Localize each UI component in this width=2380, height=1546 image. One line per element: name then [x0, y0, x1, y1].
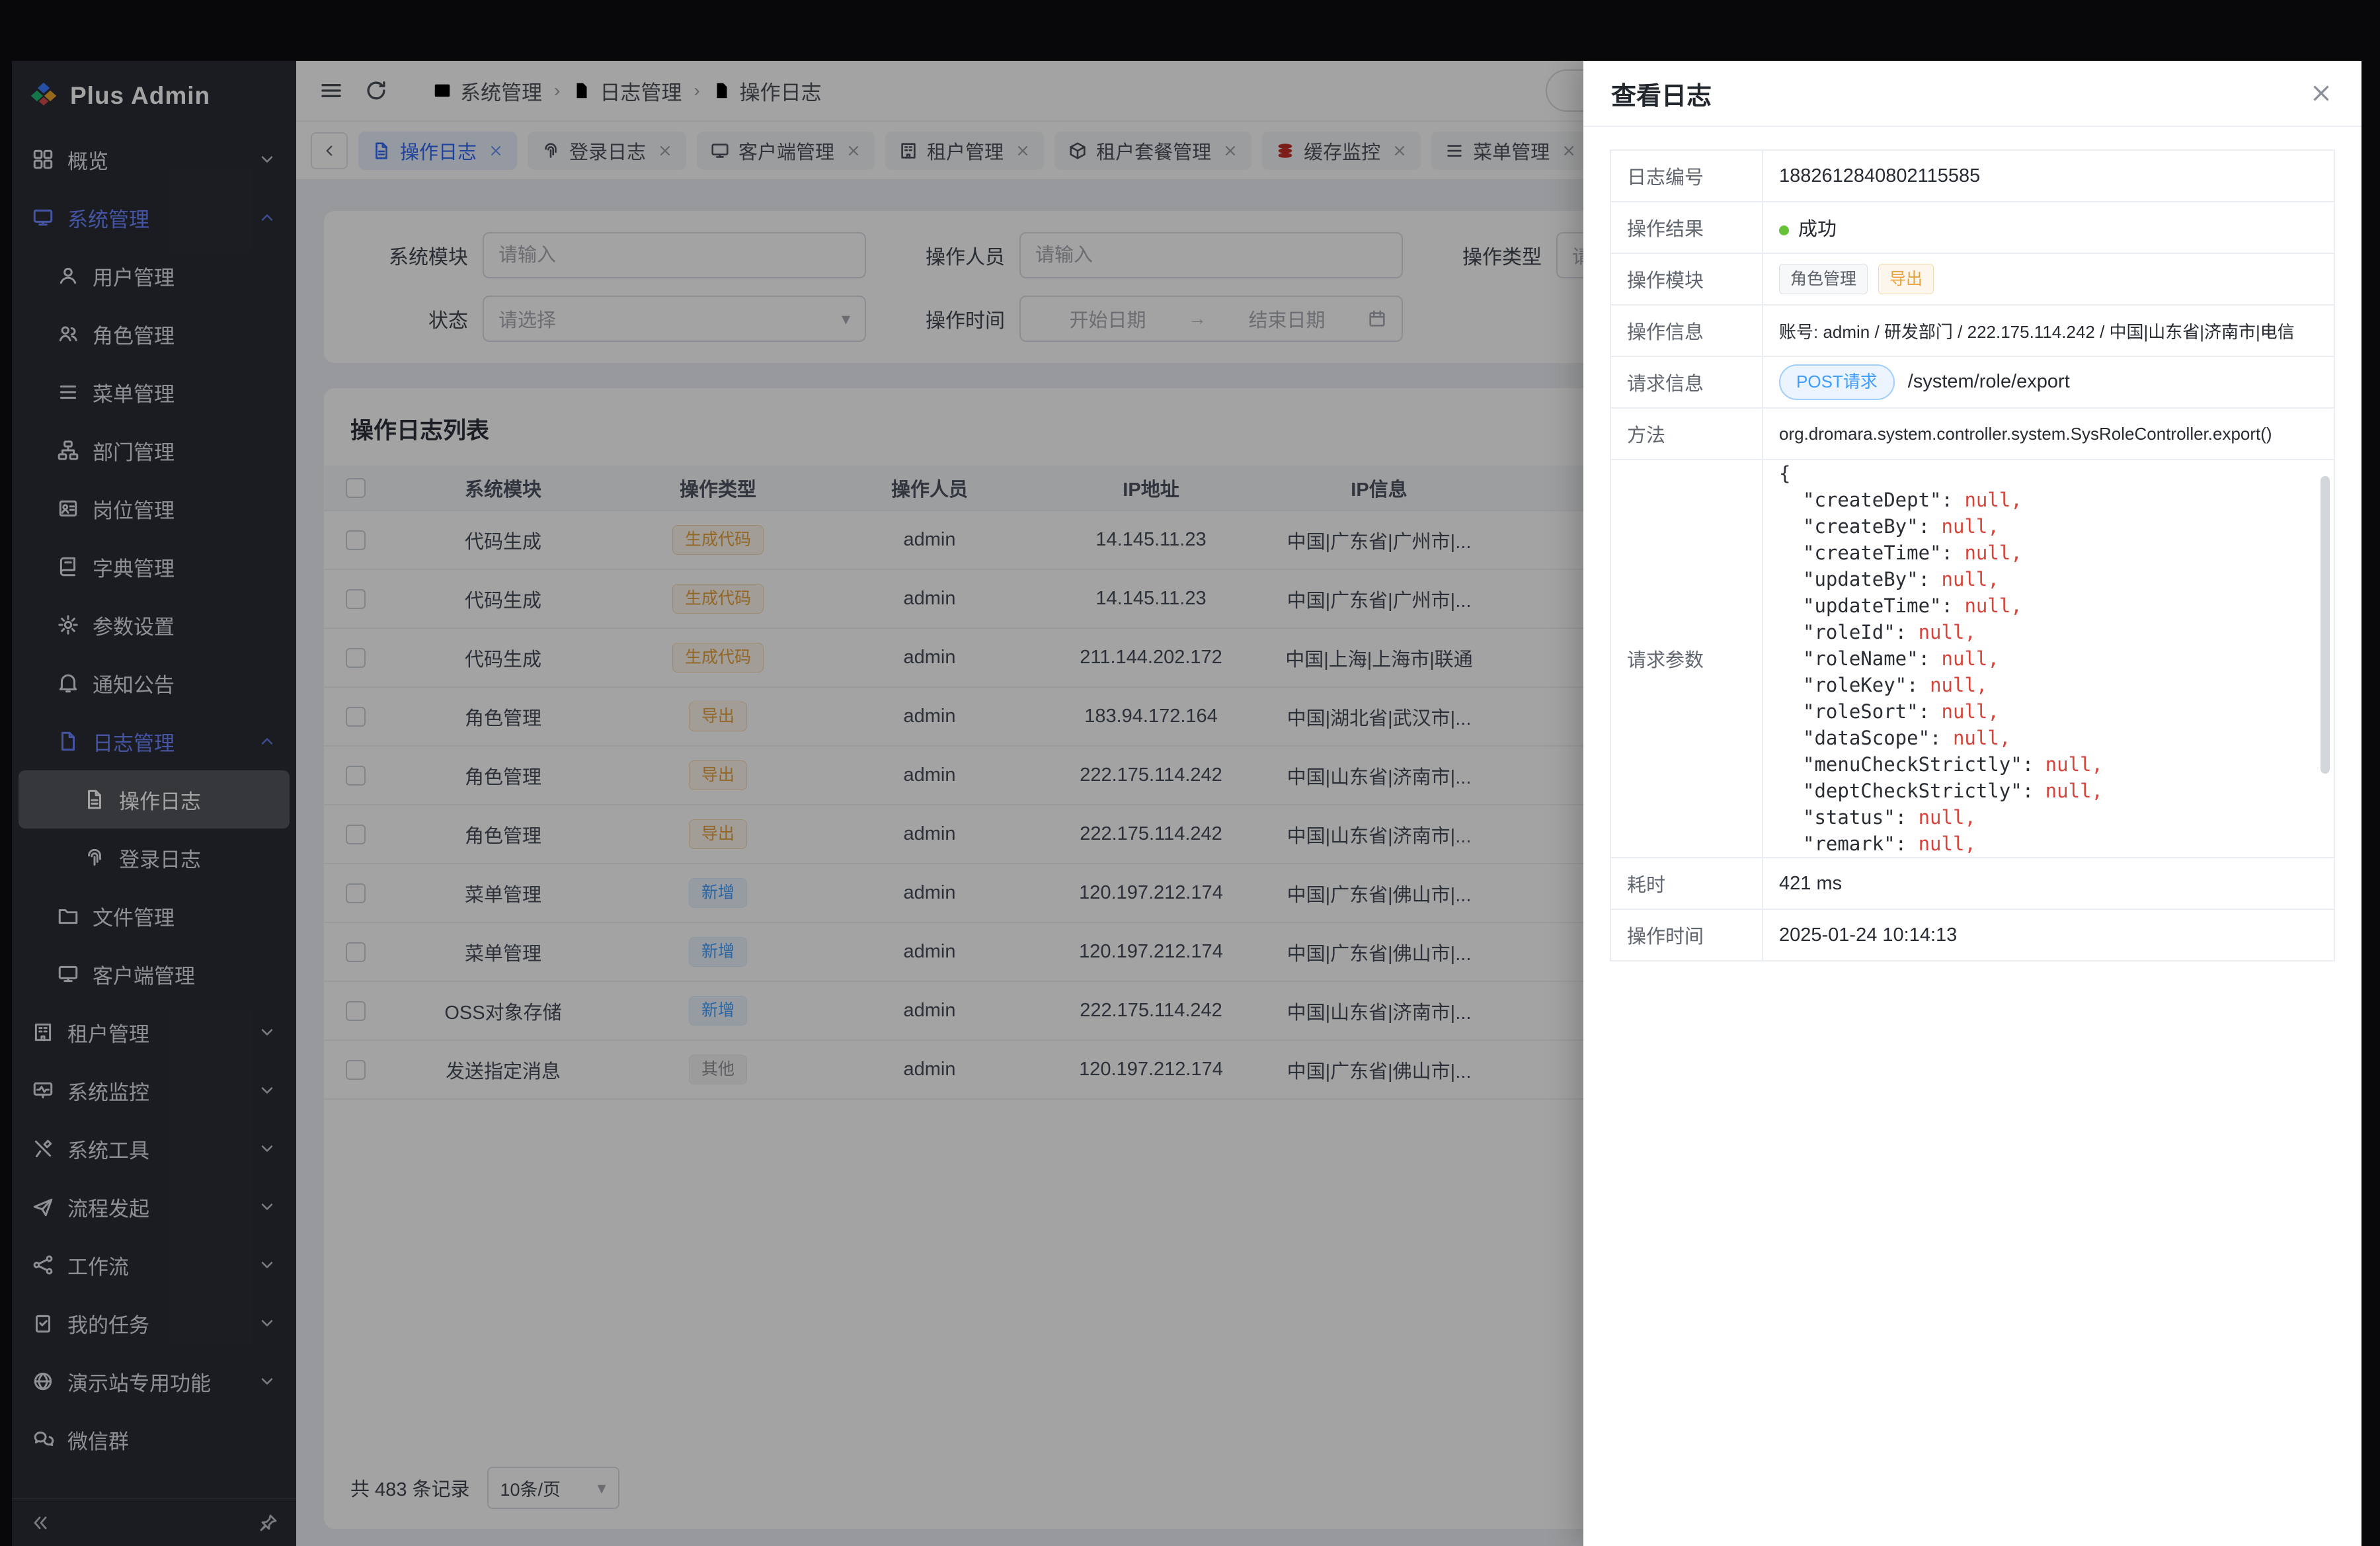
detail-label: 操作信息	[1610, 305, 1763, 356]
detail-label: 耗时	[1610, 858, 1763, 909]
detail-row-module: 操作模块 角色管理导出	[1610, 253, 2334, 305]
drawer-header: 查看日志	[1583, 61, 2361, 127]
detail-label: 日志编号	[1610, 150, 1763, 202]
detail-label: 方法	[1610, 408, 1763, 460]
request-url: /system/role/export	[1908, 371, 2070, 392]
detail-label: 请求参数	[1610, 460, 1763, 858]
detail-label: 操作结果	[1610, 202, 1763, 253]
log-detail-table: 日志编号 1882612840802115585 操作结果 成功 操作模块 角色…	[1610, 149, 2335, 961]
detail-label: 请求信息	[1610, 356, 1763, 408]
action-tag: 导出	[1878, 264, 1934, 294]
app-window: Plus Admin 概览 系统管理 用户管理 角色管理 菜单管理 部门管理 岗…	[12, 61, 2361, 1546]
post-method-tag: POST请求	[1779, 364, 1895, 399]
operation-info-value: 账号: admin / 研发部门 / 222.175.114.242 / 中国|…	[1763, 305, 2334, 356]
request-params-json[interactable]: { "createDept": null, "createBy": null, …	[1779, 460, 2318, 857]
log-id-value: 1882612840802115585	[1763, 150, 2334, 202]
drawer-title: 查看日志	[1611, 75, 1712, 112]
detail-row-op-time: 操作时间 2025-01-24 10:14:13	[1610, 909, 2334, 961]
detail-row-result: 操作结果 成功	[1610, 202, 2334, 253]
result-value: 成功	[1798, 219, 1837, 240]
module-tag: 角色管理	[1779, 264, 1868, 294]
detail-label: 操作模块	[1610, 253, 1763, 305]
detail-label: 操作时间	[1610, 909, 1763, 961]
method-value: org.dromara.system.controller.system.Sys…	[1763, 408, 2334, 460]
drawer-body: 日志编号 1882612840802115585 操作结果 成功 操作模块 角色…	[1583, 127, 2361, 984]
detail-row-info: 操作信息 账号: admin / 研发部门 / 222.175.114.242 …	[1610, 305, 2334, 356]
scrollbar-thumb[interactable]	[2320, 476, 2330, 774]
duration-value: 421 ms	[1763, 858, 2334, 909]
success-status-dot	[1779, 225, 1789, 235]
detail-row-log-id: 日志编号 1882612840802115585	[1610, 150, 2334, 202]
detail-row-duration: 耗时 421 ms	[1610, 858, 2334, 909]
view-log-drawer: 查看日志 日志编号 1882612840802115585 操作结果 成功 操作…	[1583, 61, 2361, 1546]
close-icon[interactable]	[2309, 81, 2334, 106]
detail-row-method: 方法 org.dromara.system.controller.system.…	[1610, 408, 2334, 460]
detail-row-params: 请求参数 { "createDept": null, "createBy": n…	[1610, 460, 2334, 858]
op-time-value: 2025-01-24 10:14:13	[1763, 909, 2334, 961]
detail-row-request: 请求信息 POST请求/system/role/export	[1610, 356, 2334, 408]
